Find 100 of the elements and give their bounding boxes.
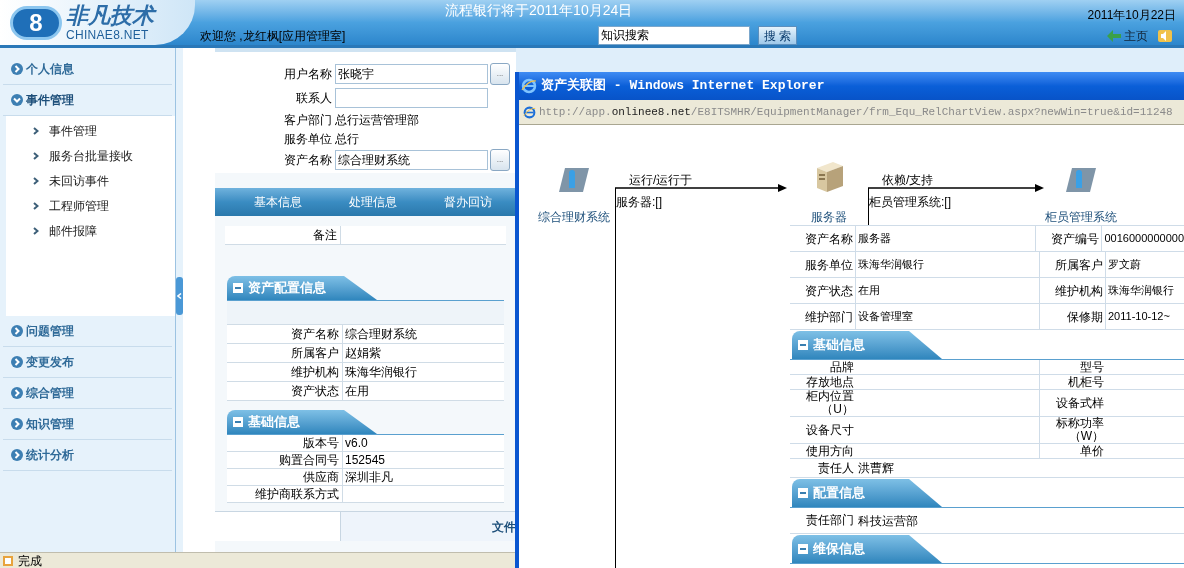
section-header[interactable]: 基础信息 xyxy=(227,410,377,434)
collapse-icon[interactable] xyxy=(233,283,243,293)
page-icon xyxy=(2,554,14,567)
field-value: 罗文蔚 xyxy=(1107,257,1141,273)
field-label: 维护商联系方式 xyxy=(227,486,343,502)
field-label: 客户部门 xyxy=(283,111,333,129)
section-header[interactable]: 配置信息 xyxy=(792,479,942,507)
field-label: 资产名称 xyxy=(283,151,333,169)
field-label: 备注 xyxy=(225,226,341,244)
sidebar-item[interactable]: 事件管理 xyxy=(6,118,175,143)
text-field[interactable]: 综合理财系统 xyxy=(335,149,488,170)
field-value: 总行运营管理部 xyxy=(335,111,419,129)
sidebar-item[interactable]: 服务台批量接收 xyxy=(6,143,175,168)
column-header: 文件 xyxy=(492,518,516,536)
window-title: 资产关联图 - Windows Internet Explorer xyxy=(541,77,825,96)
chevron-right-icon xyxy=(33,201,39,210)
connector-line xyxy=(868,188,869,225)
field-label: 供应商 xyxy=(227,469,343,485)
text-field[interactable]: 张晓宇 xyxy=(335,63,488,84)
field-label: 资产名称 xyxy=(227,325,343,343)
sidebar-item[interactable]: 邮件报障 xyxy=(6,218,175,243)
field-value: v6.0 xyxy=(344,435,368,452)
field-value: 2011-10-12~ xyxy=(1107,309,1170,325)
field-value: 洪曹辉 xyxy=(857,460,894,477)
link-detail: 服务器:[] xyxy=(616,194,662,211)
field-label: 资产状态 xyxy=(790,278,856,303)
chevron-right-icon xyxy=(33,126,39,135)
picker-button[interactable]: ... xyxy=(490,62,510,85)
chevron-right-icon xyxy=(33,151,39,160)
address-text: http://app.onlinee8.net/E8ITSMHR/EquipmentManager/frm_Equ_RelChartView.aspx?newWin=true&id=11248 xyxy=(539,104,1173,120)
field-label: 资产状态 xyxy=(227,382,343,400)
application-icon xyxy=(1066,166,1096,194)
collapse-icon[interactable] xyxy=(798,488,808,498)
field-label: 型号 xyxy=(1079,360,1105,374)
chevron-right-icon xyxy=(11,325,23,337)
chevron-left-icon xyxy=(177,293,182,299)
field-label: 使用方向 xyxy=(805,444,855,458)
picker-button[interactable]: ... xyxy=(490,148,510,171)
collapse-handle[interactable] xyxy=(176,277,183,315)
sidebar-item[interactable]: 未回访事件 xyxy=(6,168,175,193)
section-header[interactable]: 基础信息 xyxy=(792,331,942,359)
chevron-right-icon xyxy=(11,356,23,368)
tab[interactable]: 督办回访 xyxy=(420,190,515,214)
field-label: 服务单位 xyxy=(790,252,856,277)
sidebar-group[interactable]: 知识管理 xyxy=(3,409,172,440)
field-label: 责任人 xyxy=(817,459,855,477)
search-field[interactable]: 知识搜索 xyxy=(598,26,750,45)
field-label: 版本号 xyxy=(227,435,343,451)
logo-mark: 8 xyxy=(10,5,62,40)
sidebar-group[interactable]: 统计分析 xyxy=(3,440,172,471)
section-header[interactable]: 资产配置信息 xyxy=(227,276,377,300)
chevron-right-icon xyxy=(33,226,39,235)
link-label: 依赖/支持 xyxy=(882,172,934,189)
speaker-icon[interactable] xyxy=(1158,29,1172,42)
text-field[interactable] xyxy=(335,87,488,108)
home-link[interactable]: 主页 xyxy=(1107,26,1148,45)
chevron-right-icon xyxy=(11,449,23,461)
browser-icon xyxy=(521,78,537,94)
field-value: 在用 xyxy=(344,383,369,400)
field-value: 0016000000000 xyxy=(1103,231,1184,247)
chevron-right-icon xyxy=(11,387,23,399)
field-label: 维护部门 xyxy=(790,304,856,329)
field-value: 珠海华润银行 xyxy=(857,257,924,273)
chevron-right-icon xyxy=(11,418,23,430)
collapse-icon[interactable] xyxy=(233,417,243,427)
field-label: 柜内位置（U） xyxy=(805,390,855,416)
chevron-right-icon xyxy=(11,63,23,75)
field-value: 深圳非凡 xyxy=(344,469,393,486)
field-value: 综合理财系统 xyxy=(344,326,417,343)
field-label: 保修期 xyxy=(1040,304,1106,329)
field-value: 设备管理室 xyxy=(857,309,913,325)
field-value: 152545 xyxy=(344,452,386,469)
collapse-icon[interactable] xyxy=(798,340,808,350)
date-text: 2011年10月22日 xyxy=(1087,7,1176,24)
browser-icon xyxy=(523,105,536,119)
tab[interactable]: 基本信息 xyxy=(230,190,325,214)
link-detail: 柜员管理系统:[] xyxy=(869,194,951,211)
field-label: 所属客户 xyxy=(227,344,343,362)
field-label: 存放地点 xyxy=(805,375,855,389)
field-value: 在用 xyxy=(857,283,880,299)
field-label: 服务单位 xyxy=(283,130,333,148)
application-icon xyxy=(559,166,589,194)
field-label: 购置合同号 xyxy=(227,452,343,468)
sidebar-group[interactable]: 问题管理 xyxy=(3,316,172,347)
section-header[interactable]: 维保信息 xyxy=(792,535,942,563)
field-value: 总行 xyxy=(335,130,359,148)
collapse-icon[interactable] xyxy=(798,544,808,554)
status-text: 完成 xyxy=(18,552,42,568)
field-label: 联系人 xyxy=(295,89,333,107)
field-label: 所属客户 xyxy=(1040,252,1106,277)
field-label: 维护机构 xyxy=(227,363,343,381)
sidebar-item[interactable]: 工程师管理 xyxy=(6,193,175,218)
field-value: 服务器 xyxy=(857,231,891,247)
link-label: 运行/运行于 xyxy=(629,172,693,189)
sidebar-group[interactable]: 个人信息 xyxy=(3,54,172,85)
tab[interactable]: 处理信息 xyxy=(325,190,420,214)
sidebar-group[interactable]: 变更发布 xyxy=(3,347,172,378)
search-button[interactable]: 搜 索 xyxy=(758,26,797,45)
sidebar-group[interactable]: 综合管理 xyxy=(3,378,172,409)
field-label: 品牌 xyxy=(829,360,855,374)
